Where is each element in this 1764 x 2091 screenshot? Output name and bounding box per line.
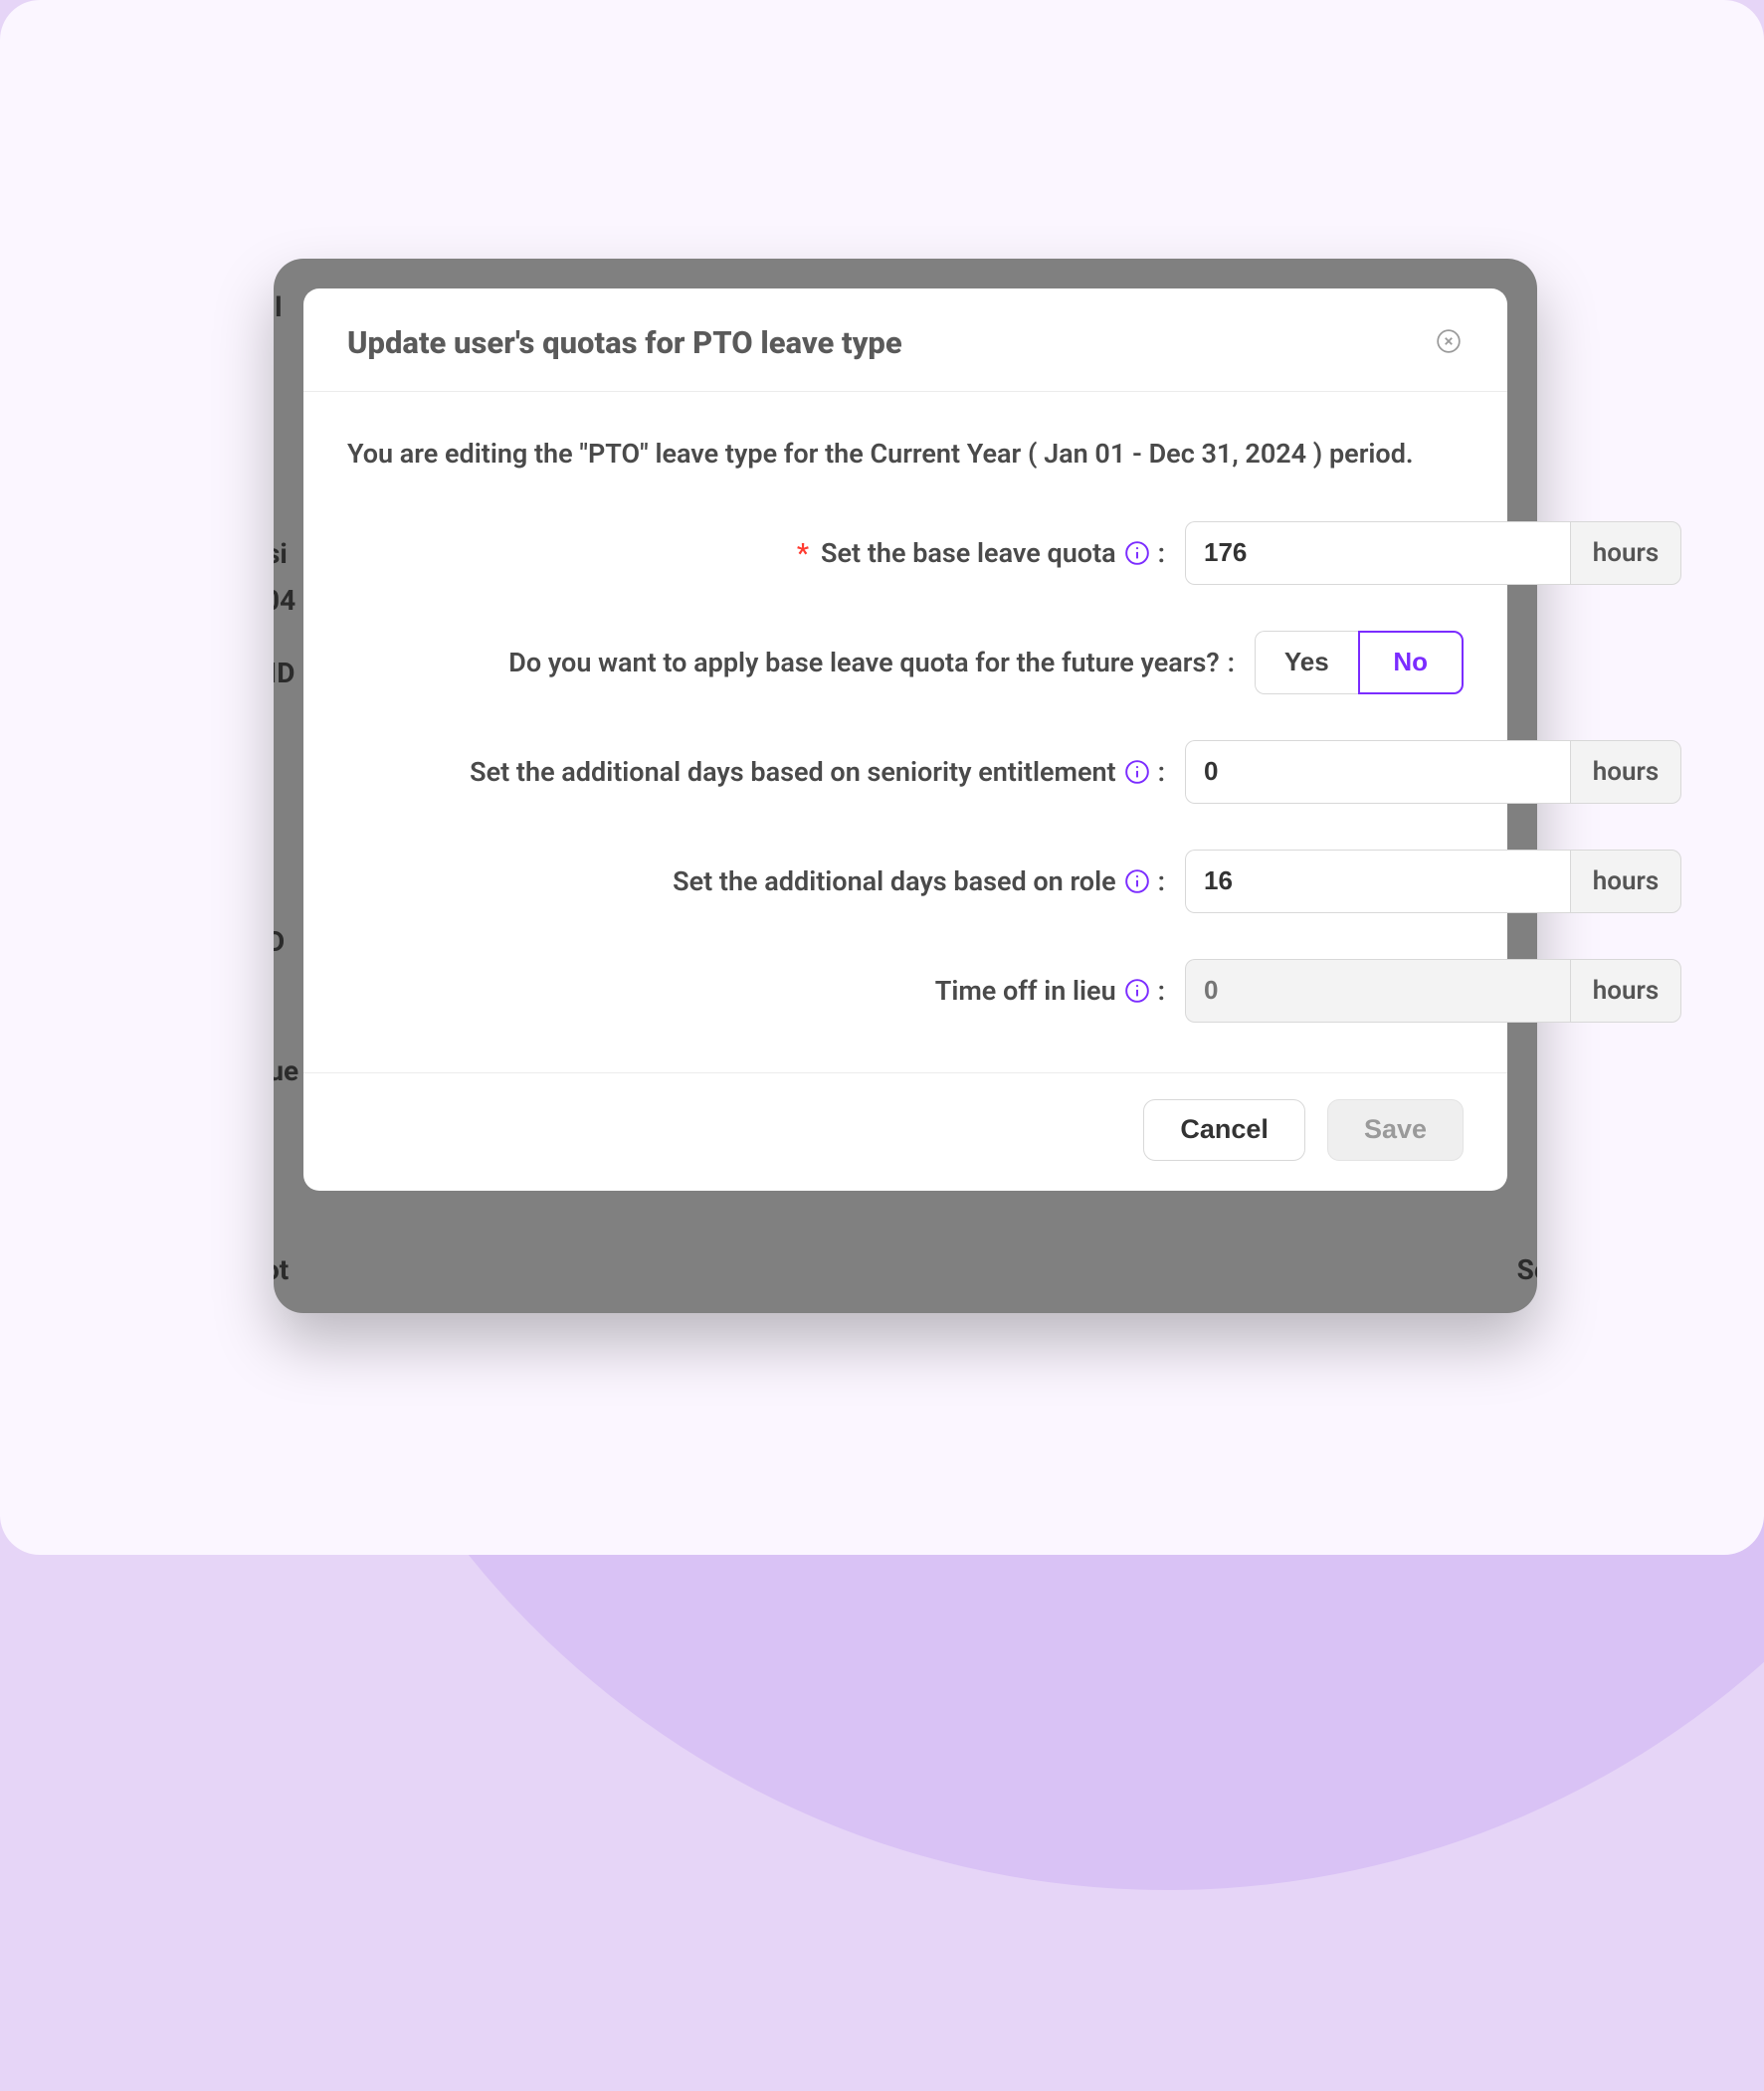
modal-intro-text: You are editing the "PTO" leave type for… (347, 432, 1464, 476)
role-unit: hours (1570, 850, 1681, 913)
colon: : (1158, 975, 1165, 1007)
bg-text: ot (274, 1253, 289, 1286)
role-input[interactable] (1185, 850, 1570, 913)
colon: : (1228, 647, 1235, 678)
seniority-label: Set the additional days based on seniori… (470, 756, 1116, 788)
toil-unit: hours (1570, 959, 1681, 1023)
close-icon (1436, 328, 1462, 357)
bg-text: Se (1517, 1253, 1537, 1286)
info-icon[interactable] (1124, 978, 1150, 1004)
row-future-years: Do you want to apply base leave quota fo… (347, 631, 1464, 694)
bg-text: si (274, 537, 288, 570)
bg-text: ID (274, 657, 294, 689)
modal-body: You are editing the "PTO" leave type for… (303, 392, 1507, 1072)
info-icon[interactable] (1124, 868, 1150, 894)
save-button[interactable]: Save (1327, 1099, 1464, 1161)
base-quota-label: Set the base leave quota (821, 537, 1116, 569)
colon: : (1158, 537, 1165, 569)
toil-label: Time off in lieu (935, 975, 1116, 1007)
base-quota-unit: hours (1570, 521, 1681, 585)
close-button[interactable] (1434, 328, 1464, 358)
base-quota-input[interactable] (1185, 521, 1570, 585)
update-quotas-modal: Update user's quotas for PTO leave type … (303, 288, 1507, 1191)
bg-text: Tue (274, 1054, 298, 1087)
role-label: Set the additional days based on role (673, 865, 1116, 897)
bg-text: D (274, 925, 285, 958)
toil-input (1185, 959, 1570, 1023)
row-role: Set the additional days based on role : … (347, 850, 1464, 913)
info-icon[interactable] (1124, 540, 1150, 566)
row-seniority: Set the additional days based on seniori… (347, 740, 1464, 804)
future-years-label: Do you want to apply base leave quota fo… (508, 647, 1219, 678)
modal-footer: Cancel Save (303, 1072, 1507, 1191)
modal-title: Update user's quotas for PTO leave type (347, 324, 902, 361)
bg-text: 04 (274, 584, 295, 617)
info-icon[interactable] (1124, 759, 1150, 785)
seniority-input[interactable] (1185, 740, 1570, 804)
future-no-button[interactable]: No (1358, 631, 1465, 694)
bg-text: fil (274, 290, 283, 323)
future-yes-button[interactable]: Yes (1255, 631, 1358, 694)
seniority-unit: hours (1570, 740, 1681, 804)
row-base-quota: * Set the base leave quota : hours (347, 521, 1464, 585)
modal-header: Update user's quotas for PTO leave type (303, 288, 1507, 392)
required-star: * (797, 537, 809, 569)
colon: : (1158, 865, 1165, 897)
row-toil: Time off in lieu : hours (347, 959, 1464, 1023)
colon: : (1158, 756, 1165, 788)
cancel-button[interactable]: Cancel (1143, 1099, 1305, 1161)
